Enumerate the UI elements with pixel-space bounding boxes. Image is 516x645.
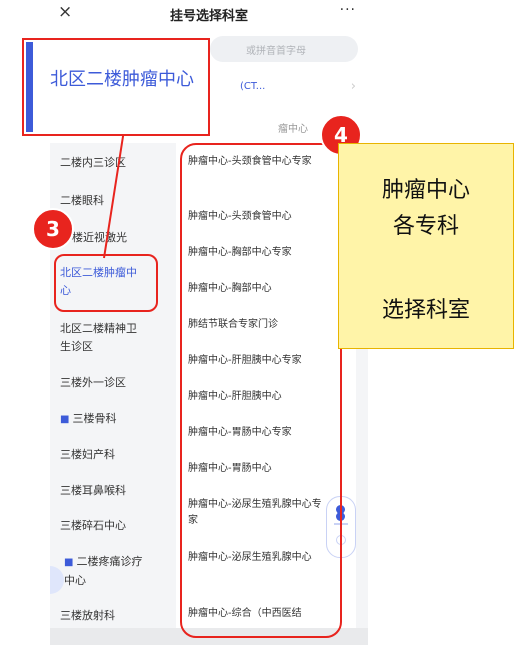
note-line: 选择科室 bbox=[381, 298, 470, 323]
more-icon[interactable]: ··· bbox=[340, 2, 356, 18]
left-nav-item[interactable]: 北区二楼精神卫生诊区 bbox=[60, 320, 146, 356]
left-nav-item-label: 三楼骨科 bbox=[72, 412, 117, 425]
highlight-box-3 bbox=[54, 254, 158, 312]
search-input[interactable]: 或拼音首字母 bbox=[210, 36, 358, 62]
left-nav-item[interactable]: 三楼妇产科 bbox=[60, 446, 160, 464]
callout-stripe bbox=[26, 42, 33, 132]
selected-department-row[interactable]: (CT... › bbox=[232, 76, 368, 100]
search-placeholder: 或拼音首字母 bbox=[246, 46, 306, 57]
left-nav-item[interactable]: 三楼碎石中心 bbox=[60, 517, 160, 535]
left-nav-item[interactable]: 二楼内三诊区 bbox=[60, 154, 160, 172]
note-line: 肿瘤中心 bbox=[381, 178, 470, 203]
left-nav-item[interactable]: 三楼耳鼻喉科 bbox=[60, 482, 160, 500]
highlight-box-4 bbox=[180, 143, 342, 638]
group-label: 瘤中心 bbox=[278, 124, 308, 135]
title-bar: × 挂号选择科室 ··· bbox=[50, 0, 368, 28]
zoom-callout: 北区二楼肿瘤中心 bbox=[22, 38, 210, 136]
step-badge-3: 3 bbox=[32, 208, 74, 250]
left-nav-item[interactable]: 楼近视激光 bbox=[72, 229, 172, 247]
chevron-right-icon: › bbox=[350, 79, 356, 94]
selected-department-text: (CT... bbox=[240, 81, 266, 92]
bookmark-icon: ■ bbox=[64, 557, 74, 568]
left-nav-item[interactable]: ■ 三楼骨科 bbox=[60, 410, 160, 429]
page-title: 挂号选择科室 bbox=[169, 9, 248, 24]
annotation-note: 肿瘤中心 各专科 选择科室 bbox=[338, 143, 514, 349]
note-line: 各专科 bbox=[392, 214, 459, 239]
callout-text: 北区二楼肿瘤中心 bbox=[50, 69, 194, 90]
left-nav-item[interactable]: 二楼眼科 bbox=[60, 192, 160, 210]
left-nav-item[interactable]: ■ 二楼疼痛诊疗中心 bbox=[64, 553, 146, 590]
bookmark-icon: ■ bbox=[60, 414, 70, 425]
left-nav-item[interactable]: 三楼外一诊区 bbox=[60, 374, 160, 392]
left-nav-item-label: 二楼疼痛诊疗中心 bbox=[64, 555, 143, 587]
left-nav-item[interactable]: 三楼放射科 bbox=[60, 607, 160, 625]
